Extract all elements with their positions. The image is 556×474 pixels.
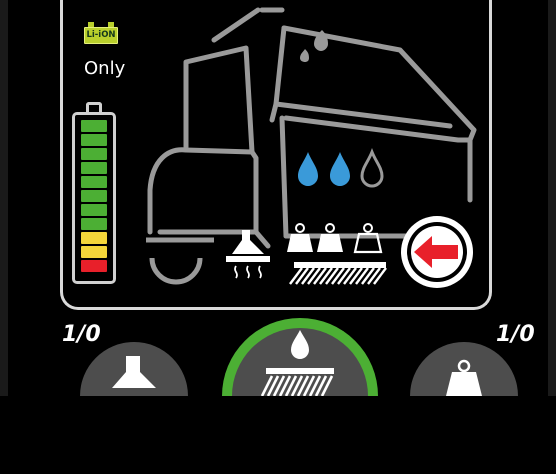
scrub-mode-button[interactable] xyxy=(222,318,378,474)
water-drop-icon xyxy=(298,152,318,186)
water-drop-icon xyxy=(360,147,384,188)
left-counter: 1/0 xyxy=(62,322,101,347)
weight-icon xyxy=(317,223,343,252)
water-drop-icon xyxy=(330,152,350,186)
water-drop-icon xyxy=(298,147,384,188)
back-button[interactable] xyxy=(401,216,473,288)
wheel-icon xyxy=(149,257,203,285)
weight-icon xyxy=(287,223,313,252)
vacuum-mode-button[interactable] xyxy=(80,342,188,450)
scrubber-display: Li-iON Only 1/0 1/0 xyxy=(0,0,556,396)
right-counter: 1/0 xyxy=(496,322,535,347)
pressure-mode-button[interactable] xyxy=(410,342,518,450)
brush-icon xyxy=(289,262,387,285)
